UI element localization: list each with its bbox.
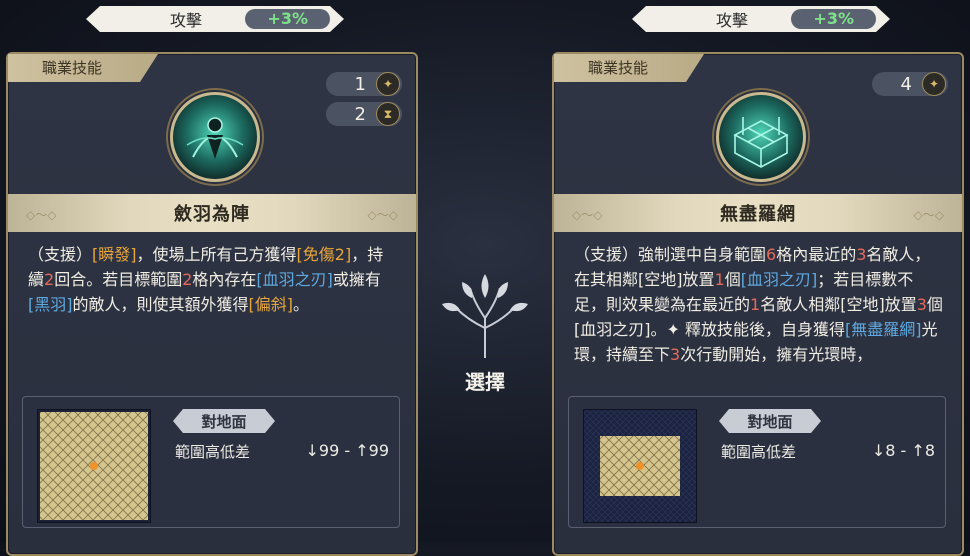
description-segment: 。 — [293, 295, 310, 314]
stat-name: 攻擊 — [716, 11, 749, 30]
cooldown-badge: 2 ⧗ — [326, 102, 402, 126]
description-segment: [無盡羅網] — [845, 320, 922, 339]
ornament-right: ◇～◇ — [913, 208, 944, 222]
description-segment: [血羽之刃] — [256, 270, 333, 289]
skill-name: 無盡羅網 — [720, 204, 796, 225]
height-value: ↓99 - ↑99 — [305, 441, 389, 460]
terrain-label: 對地面 — [719, 409, 821, 433]
skill-description: （支援）[瞬發]，使場上所有己方獲得[免傷2]，持續2回合。若目標範圍2格內存在… — [28, 242, 398, 317]
description-segment: 3 — [916, 295, 927, 314]
description-segment: [瞬發] — [92, 245, 137, 264]
feather-array-skill-icon — [170, 92, 260, 182]
description-segment: 次行動開始，擁有光環時， — [680, 345, 873, 364]
description-segment: [免傷2] — [296, 245, 352, 264]
description-segment: 或擁有 — [332, 270, 381, 289]
description-segment: 3 — [856, 245, 867, 264]
description-segment: ，使場上所有己方獲得 — [136, 245, 297, 264]
cost-badge: 4 ✦ — [872, 72, 948, 96]
description-segment: （支援） — [28, 245, 93, 264]
skill-description: （支援）強制選中自身範圍6格內最近的3名敵人，在其相鄰[空地]放置1個[血羽之刃… — [574, 242, 944, 367]
description-segment: [偏斜] — [248, 295, 294, 314]
range-panel: 對地面 範圍高低差 ↓99 - ↑99 — [22, 396, 400, 528]
height-value: ↓8 - ↑8 — [871, 441, 935, 460]
left-stat-pill: 攻擊 +3% — [86, 6, 344, 32]
right-stat-pill: 攻擊 +3% — [632, 6, 890, 32]
star-cost-icon: ✦ — [922, 72, 946, 96]
terrain-label: 對地面 — [173, 409, 275, 433]
hourglass-icon: ⧗ — [376, 102, 400, 126]
stat-value: +3% — [791, 9, 876, 29]
stat-value: +3% — [245, 9, 330, 29]
description-segment: 個 — [724, 270, 741, 289]
range-grid-map — [37, 409, 151, 523]
net-cage-skill-icon — [716, 92, 806, 182]
ornament-left: ◇～◇ — [26, 208, 57, 222]
cost-count: 1 — [354, 73, 366, 95]
right-skill-card[interactable]: 職業技能 4 ✦ ◇～◇ 無盡羅網 ◇～◇ （支援）強制選中自身範圍6格內最近的… — [552, 52, 964, 556]
left-skill-card[interactable]: 職業技能 1 ✦ 2 ⧗ ◇～◇ 斂羽為陣 ◇～◇ （支援）[瞬發]，使場上所有… — [6, 52, 418, 556]
category-tag: 職業技能 — [8, 54, 158, 82]
skill-title-banner: ◇～◇ 斂羽為陣 ◇～◇ — [8, 194, 416, 232]
description-segment: 3 — [670, 345, 681, 364]
range-panel: 對地面 範圍高低差 ↓8 - ↑8 — [568, 396, 946, 528]
description-segment: 1 — [714, 270, 725, 289]
description-segment: 2 — [182, 270, 193, 289]
range-grid-map — [583, 409, 697, 523]
select-button[interactable]: 選擇 — [434, 268, 536, 398]
description-segment: [黑羽] — [28, 295, 73, 314]
category-tag: 職業技能 — [554, 54, 704, 82]
stat-name: 攻擊 — [170, 11, 203, 30]
cost-count: 4 — [900, 73, 912, 95]
description-segment: 2 — [44, 270, 55, 289]
description-segment: （支援）強制選中自身範圍 — [574, 245, 767, 264]
description-segment: 的敵人，則使其額外獲得 — [72, 295, 249, 314]
height-label: 範圍高低差 — [721, 443, 797, 461]
description-segment: 名敵人相鄰[空地]放置 — [760, 295, 917, 314]
height-label: 範圍高低差 — [175, 443, 251, 461]
description-segment: 6 — [766, 245, 777, 264]
description-segment: 回合。若目標範圍 — [54, 270, 183, 289]
ornament-left: ◇～◇ — [572, 208, 603, 222]
skill-title-banner: ◇～◇ 無盡羅網 ◇～◇ — [554, 194, 962, 232]
skill-name: 斂羽為陣 — [174, 204, 250, 225]
star-cost-icon: ✦ — [376, 72, 400, 96]
description-segment: 1 — [750, 295, 761, 314]
description-segment: [血羽之刃] — [740, 270, 818, 289]
cooldown-count: 2 — [354, 103, 366, 125]
tree-emblem-icon — [442, 274, 528, 358]
description-segment: 格內最近的 — [776, 245, 857, 264]
ornament-right: ◇～◇ — [367, 208, 398, 222]
description-segment: ✦ 釋放技能後，自身獲得 — [666, 320, 846, 339]
cost-badge: 1 ✦ — [326, 72, 402, 96]
description-scroll-area[interactable]: （支援）強制選中自身範圍6格內最近的3名敵人，在其相鄰[空地]放置1個[血羽之刃… — [572, 242, 950, 390]
description-segment: 格內存在 — [192, 270, 257, 289]
select-label: 選擇 — [465, 370, 505, 394]
